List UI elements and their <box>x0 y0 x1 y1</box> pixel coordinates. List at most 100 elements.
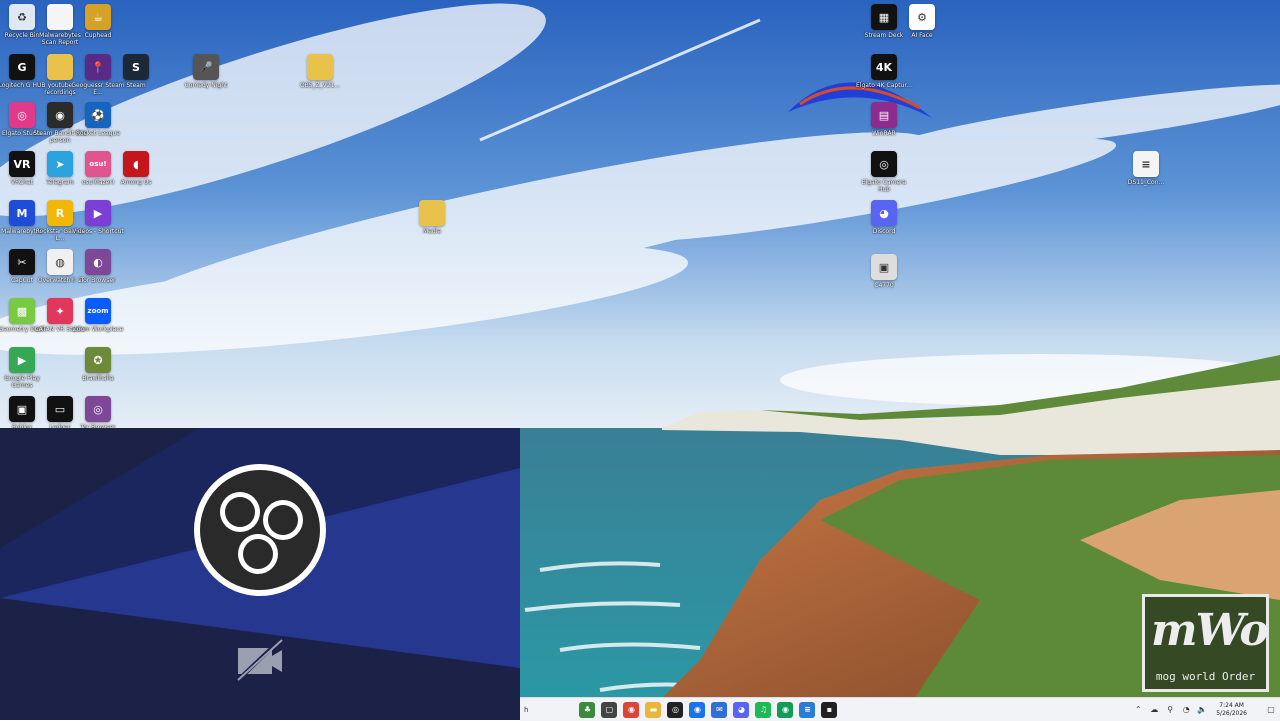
elgato-studio-icon: ◎ <box>9 102 35 128</box>
taskbar-chrome-icon[interactable]: ◉ <box>689 701 706 718</box>
desktop-icon-label: C4770 <box>874 282 894 289</box>
taskbar-task-view-icon[interactable]: ▢ <box>601 701 618 718</box>
desktop-icon-folder[interactable]: OBS_Z_V21... <box>298 54 342 89</box>
stream-deck-icon: ▦ <box>871 4 897 30</box>
desktop-icon-label: Discord <box>872 228 896 235</box>
desktop-icon-label: Media <box>422 228 442 235</box>
clock-date: 5/26/2026 <box>1216 709 1247 717</box>
folder-icon <box>307 54 333 80</box>
desktop-icon-label: DS11_Con... <box>1127 179 1165 186</box>
obs-overlay-background <box>0 428 520 720</box>
ghost-icon: ◉ <box>47 102 73 128</box>
desktop-icon-label: Comedy Night <box>184 82 228 89</box>
desktop-icon-among-us[interactable]: ◖ Among Us <box>114 151 158 186</box>
elgato-camera-hub-icon: ◎ <box>871 151 897 177</box>
clock[interactable]: 7:24 AM 5/26/2026 <box>1216 702 1247 718</box>
desktop-icon-label: Google Play Games <box>4 375 40 389</box>
desktop-icon-elgato-camera-hub[interactable]: ◎ Elgato Camera Hub <box>862 151 906 193</box>
roblox-icon: ▣ <box>9 396 35 422</box>
obs-camera-overlay <box>0 428 520 720</box>
desktop-icon-label: Cuphead <box>84 32 112 39</box>
desktop-icon-rocket-league[interactable]: ⚽ Rocket League <box>76 102 120 137</box>
overwatch-icon: ◍ <box>47 249 73 275</box>
taskbar-notepad-icon[interactable]: ≡ <box>799 701 816 718</box>
desktop-icon-tor-browser[interactable]: ◐ Tor Browser <box>76 249 120 284</box>
taskbar-spotify-icon[interactable]: ♫ <box>755 701 772 718</box>
tor-browser-icon: ◎ <box>85 396 111 422</box>
desktop-icon-elgato-4k[interactable]: 4K Elgato 4K Captur... <box>856 54 912 89</box>
desktop-icon-microphone[interactable]: 🎤 Comedy Night <box>184 54 228 89</box>
catan-icon: ✦ <box>47 298 73 324</box>
onedrive-icon[interactable]: ☁ <box>1149 705 1159 715</box>
taskbar-chrome-icon[interactable]: ◉ <box>777 701 794 718</box>
mwo-watermark: mWo mog world Order <box>1142 594 1269 692</box>
film-icon: ▣ <box>871 254 897 280</box>
chevron-up-icon[interactable]: ⌃ <box>1133 705 1143 715</box>
text-document-icon: ≡ <box>1133 151 1159 177</box>
desktop-icon-label: Videos - Shortcut <box>72 228 124 235</box>
folder-icon <box>419 200 445 226</box>
taskbar: h ♣ ▢ ◉ ▬ ◎ ◉ ✉ ◕ ♫ ◉ ≡ ▪ ⌃ ☁ ⚲ ◔ 🔈 7:24 AM 5/26/20… <box>520 697 1280 721</box>
discord-icon: ◕ <box>871 200 897 226</box>
notifications-icon[interactable]: ▢ <box>1266 705 1276 715</box>
desktop-icon-label: Elgato Camera Hub <box>861 179 907 193</box>
wifi-icon[interactable]: ◔ <box>1181 705 1191 715</box>
desktop-icon-google-play-games[interactable]: ▶ Google Play Games <box>0 347 44 389</box>
taskbar-file-explorer-icon[interactable]: ▬ <box>645 701 662 718</box>
winrar-icon: ▤ <box>871 102 897 128</box>
watermark-big-text: mWo <box>1151 605 1269 656</box>
malwarebytes-icon: M <box>9 200 35 226</box>
taskbar-obs-icon[interactable]: ◎ <box>667 701 684 718</box>
system-tray: ⌃ ☁ ⚲ ◔ 🔈 7:24 AM 5/26/2026 ▢ <box>1130 698 1280 721</box>
desktop-icon-label: AI Face <box>911 32 933 39</box>
volume-icon[interactable]: 🔈 <box>1197 705 1207 715</box>
desktop-icon-label: Zoom Workplace <box>72 326 124 333</box>
geometry-dash-icon: ▩ <box>9 298 35 324</box>
desktop-icon-text-document[interactable]: ≡ DS11_Con... <box>1124 151 1168 186</box>
desktop-icon-zoom[interactable]: zoom Zoom Workplace <box>73 298 123 333</box>
elgato-4k-icon: 4K <box>871 54 897 80</box>
obs-logo-icon <box>194 464 326 596</box>
ai-face-icon: ⚙ <box>909 4 935 30</box>
telegram-icon: ➤ <box>47 151 73 177</box>
osu-icon: osu! <box>85 151 111 177</box>
taskbar-widgets-icon[interactable]: ♣ <box>579 701 596 718</box>
taskbar-search[interactable]: h <box>524 706 528 714</box>
among-us-icon: ◖ <box>123 151 149 177</box>
taskbar-sticky-notes-icon[interactable]: ▪ <box>821 701 838 718</box>
recycle-bin-icon: ♻ <box>9 4 35 30</box>
taskbar-discord-icon[interactable]: ◕ <box>733 701 750 718</box>
tor-browser-icon: ◐ <box>85 249 111 275</box>
cuphead-icon: ☕ <box>85 4 111 30</box>
desktop-icon-winrar[interactable]: ▤ WinRAR <box>862 102 906 137</box>
desktop-icon-film[interactable]: ▣ C4770 <box>862 254 906 289</box>
desktop-icon-tor-browser[interactable]: ◎ Tor Browser <box>76 396 120 431</box>
desktop-icon-steam[interactable]: S Steam <box>114 54 158 89</box>
desktop-icon-cuphead[interactable]: ☕ Cuphead <box>76 4 120 39</box>
clock-time: 7:24 AM <box>1219 701 1244 709</box>
usb-icon[interactable]: ⚲ <box>1165 705 1175 715</box>
desktop-icon-ai-face[interactable]: ⚙ AI Face <box>900 4 944 39</box>
videos-icon: ▶ <box>85 200 111 226</box>
desktop-icon-label: Brawlhalla <box>82 375 114 382</box>
ledger-icon: ▭ <box>47 396 73 422</box>
vrchat-icon: VR <box>9 151 35 177</box>
desktop-icon-label: Tor Browser <box>80 277 116 284</box>
microphone-icon: 🎤 <box>193 54 219 80</box>
desktop-icon-label: Rocket League <box>76 130 120 137</box>
desktop-icon-brawlhalla[interactable]: ✪ Brawlhalla <box>76 347 120 382</box>
desktop-icon-videos[interactable]: ▶ Videos - Shortcut <box>72 200 124 235</box>
folder-icon <box>47 54 73 80</box>
capcut-icon: ✂ <box>9 249 35 275</box>
google-play-games-icon: ▶ <box>9 347 35 373</box>
rockstar-icon: R <box>47 200 73 226</box>
desktop-icon-label: OBS_Z_V21... <box>299 82 341 89</box>
taskbar-chrome-icon[interactable]: ◉ <box>623 701 640 718</box>
watermark-small-text: mog world Order <box>1155 670 1256 683</box>
desktop-icon-label: Among Us <box>120 179 152 186</box>
desktop-icon-label: WinRAR <box>872 130 896 137</box>
taskbar-mail-icon[interactable]: ✉ <box>711 701 728 718</box>
desktop-icon-discord[interactable]: ◕ Discord <box>862 200 906 235</box>
desktop-icon-folder[interactable]: Media <box>410 200 454 235</box>
logitech-g-hub-icon: G <box>9 54 35 80</box>
